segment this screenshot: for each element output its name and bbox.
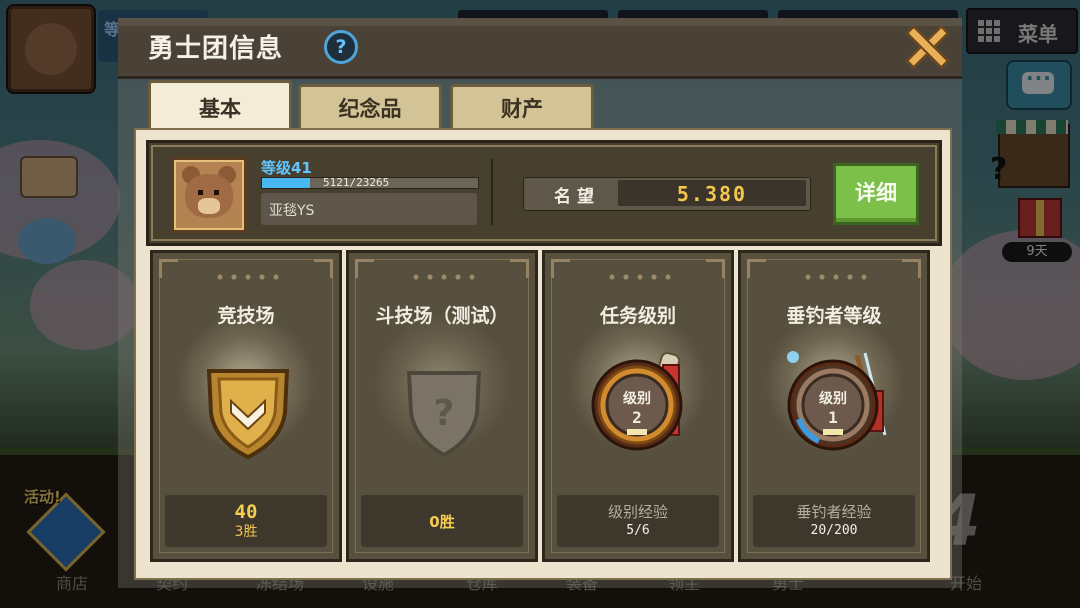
angler-level-stat: 垂钓者经验 20/200 — [753, 495, 915, 547]
modal-title: 勇士团信息 — [148, 34, 284, 64]
close-icon[interactable] — [904, 24, 946, 66]
gold-shield-icon — [206, 369, 290, 459]
ornament-icon — [409, 273, 475, 281]
quest-badge-label: 级别 — [623, 390, 651, 407]
colosseum-card[interactable]: 斗技场（测试） ? 0胜 — [346, 250, 538, 562]
bear-avatar-icon — [171, 157, 247, 233]
ornament-icon — [213, 273, 279, 281]
help-question-icon[interactable]: ? — [324, 30, 358, 64]
reputation-label: 名望 — [554, 187, 600, 207]
arena-stat: 40 3胜 — [165, 495, 327, 547]
guild-name-box: 亚毯YS — [261, 193, 477, 225]
colosseum-wins: 0胜 — [429, 513, 455, 531]
svg-text:?: ? — [434, 393, 455, 434]
xp-text: 5121/23265 — [323, 176, 390, 189]
xp-progress-fill — [262, 178, 310, 188]
angler-level-card[interactable]: 垂钓者等级 级别 1 垂钓者经验 20/200 — [738, 250, 930, 562]
quest-exp-label: 级别经验 — [607, 503, 668, 521]
tab-souvenirs[interactable]: 纪念品 — [298, 84, 442, 133]
tab-basic[interactable]: 基本 — [148, 80, 292, 135]
locked-shield-question-icon: ? — [406, 371, 482, 458]
arena-wins: 3胜 — [234, 524, 258, 540]
quest-level-card[interactable]: 任务级别 级别 2 级别经验 5/6 — [542, 250, 734, 562]
reputation-value: 5.380 — [676, 182, 748, 206]
quest-exp-value: 5/6 — [626, 523, 650, 538]
angler-exp-value: 20/200 — [810, 523, 858, 538]
guild-name: 亚毯YS — [269, 203, 315, 219]
angler-exp-label: 垂钓者经验 — [796, 503, 872, 521]
ornament-icon — [605, 273, 671, 281]
reputation-box: 名望 5.380 — [523, 177, 811, 211]
ornament-icon — [801, 273, 867, 281]
angler-badge-label: 级别 — [819, 390, 847, 407]
profile-bar: 等级41 5121/23265 亚毯YS 名望 5.380 详细 — [146, 140, 942, 246]
arena-card[interactable]: 竞技场 40 3胜 — [150, 250, 342, 562]
detail-button[interactable]: 详细 — [833, 163, 919, 225]
modal-header: 勇士团信息 ? — [118, 18, 962, 79]
player-level: 等级41 — [261, 159, 312, 177]
quest-level-stat: 级别经验 5/6 — [557, 495, 719, 547]
colosseum-stat: 0胜 — [361, 495, 523, 547]
arena-points: 40 — [234, 501, 258, 523]
angler-badge-value: 1 — [828, 408, 838, 427]
angler-level-badge-icon: 级别 1 — [787, 351, 887, 451]
divider — [491, 159, 493, 225]
quest-badge-value: 2 — [632, 408, 642, 427]
tab-assets[interactable]: 财产 — [450, 84, 594, 133]
quest-level-badge-icon: 级别 2 — [591, 352, 683, 451]
